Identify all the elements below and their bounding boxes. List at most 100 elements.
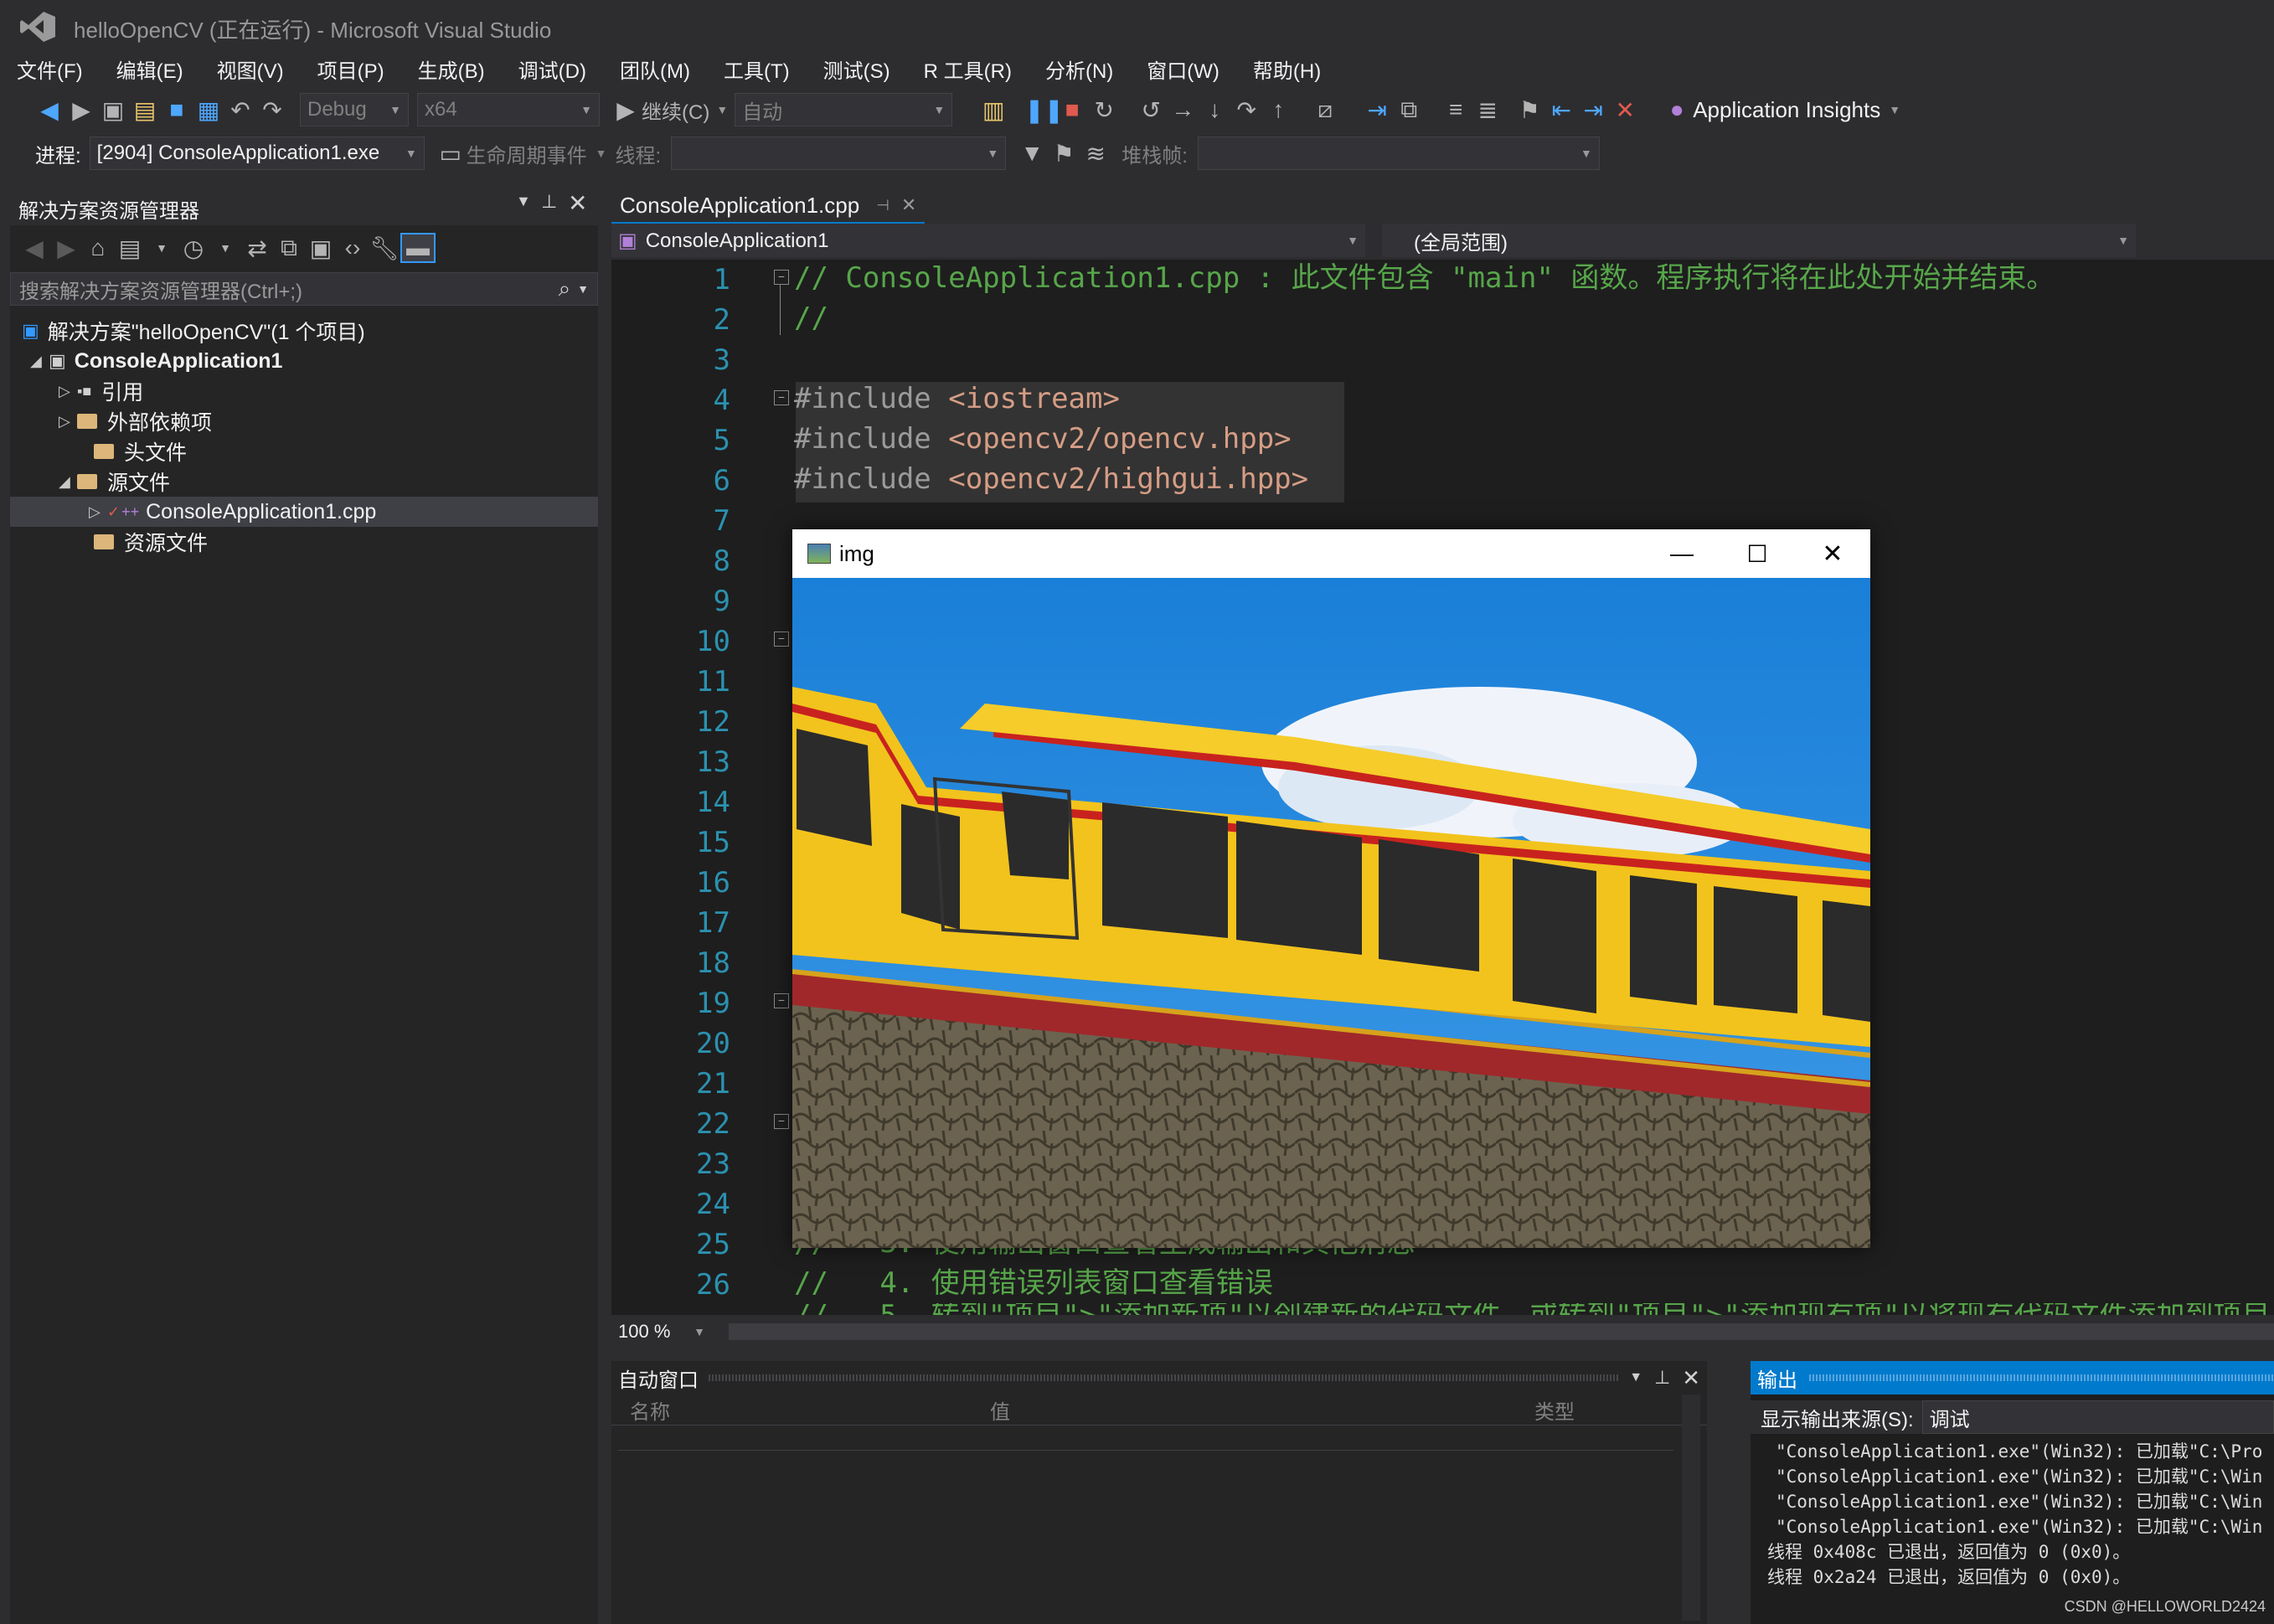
stack-icon[interactable]: ≋ [1080, 140, 1111, 168]
properties-icon[interactable]: 🔧︎ [369, 235, 400, 262]
prev-bookmark-icon[interactable]: ⇤ [1545, 96, 1577, 124]
clear-bookmarks-icon[interactable]: ✕ [1609, 96, 1641, 124]
switch-views-icon[interactable]: ▤ [114, 235, 146, 262]
chevron-down-icon[interactable]: ▼ [1889, 103, 1900, 116]
menu-test[interactable]: 测试(S) [823, 54, 890, 84]
chevron-down-icon[interactable]: ▼ [596, 147, 607, 160]
step-over-icon[interactable]: ↓ [1199, 96, 1230, 123]
expanded-icon[interactable]: ◢ [59, 473, 77, 491]
show-next-statement-icon[interactable]: ↺ [1135, 96, 1167, 124]
close-icon[interactable]: ✕ [568, 189, 587, 217]
continue-button[interactable]: 继续(C) [642, 95, 709, 125]
close-icon[interactable]: ✕ [901, 194, 916, 216]
copy-icon[interactable]: ⧉ [1393, 96, 1425, 124]
tree-project[interactable]: ◢ ▣ ConsoleApplication1 [10, 346, 598, 376]
application-insights-button[interactable]: Application Insights [1693, 97, 1880, 123]
menu-file[interactable]: 文件(F) [17, 54, 83, 84]
menu-build[interactable]: 生成(B) [418, 54, 485, 84]
process-icon[interactable]: ▥ [977, 96, 1009, 124]
stackframe-dropdown[interactable]: ▼ [1197, 137, 1600, 170]
chevron-down-icon[interactable]: ▼ [516, 193, 531, 210]
pin-icon[interactable]: ⊥ [1654, 1367, 1670, 1389]
chevron-down-icon[interactable]: ▼ [146, 241, 178, 255]
step-over-line-icon[interactable]: ↷ [1230, 96, 1262, 124]
hex-display-icon[interactable]: ⧄ [1309, 96, 1341, 124]
step-out-icon[interactable]: ↑ [1262, 96, 1294, 123]
chevron-down-icon[interactable]: ▼ [1629, 1370, 1642, 1385]
next-bookmark-icon[interactable]: ⇥ [1577, 96, 1609, 124]
step-into-icon[interactable]: → [1167, 96, 1199, 123]
solution-explorer-search[interactable]: 搜索解决方案资源管理器(Ctrl+;) ⌕ ▼ [10, 272, 598, 306]
menu-team[interactable]: 团队(M) [620, 54, 690, 84]
preview-icon[interactable]: ▬ [400, 233, 436, 263]
filter-icon[interactable]: ▼ [1016, 140, 1048, 167]
chevron-down-icon[interactable]: ▼ [577, 282, 589, 296]
platform-dropdown[interactable]: x64 ▼ [417, 93, 600, 126]
back-icon[interactable]: ◀ [18, 235, 50, 262]
restart-icon[interactable]: ↻ [1088, 96, 1120, 124]
collapse-outline-icon[interactable]: − [774, 993, 789, 1008]
lightbulb-icon[interactable]: ● [1661, 96, 1693, 123]
zoom-dropdown[interactable]: 100 % ▼ [611, 1319, 712, 1344]
close-icon[interactable]: ✕ [1795, 539, 1870, 569]
column-type[interactable]: 类型 [1534, 1395, 1702, 1425]
menu-help[interactable]: 帮助(H) [1253, 54, 1321, 84]
stop-icon[interactable]: ■ [1056, 96, 1088, 123]
output-source-dropdown[interactable]: 调试 [1921, 1400, 2274, 1434]
pause-icon[interactable]: ❚❚ [1024, 96, 1064, 124]
collapse-outline-icon[interactable]: − [774, 632, 789, 647]
forward-icon[interactable]: ▶ [50, 235, 82, 262]
collapsed-icon[interactable]: ▷ [59, 413, 77, 430]
indent-icon[interactable]: ≣ [1472, 96, 1503, 124]
bookmark-icon[interactable]: ⚑ [1513, 96, 1545, 124]
tree-item-header-files[interactable]: 头文件 [10, 436, 598, 467]
menu-tools[interactable]: 工具(T) [724, 54, 790, 84]
column-name[interactable]: 名称 [611, 1395, 990, 1425]
search-input[interactable]: 搜索解决方案资源管理器(Ctrl+;) [11, 275, 559, 304]
sync-icon[interactable]: ⇄ [241, 235, 273, 262]
menu-edit[interactable]: 编辑(E) [116, 54, 183, 84]
view-code-icon[interactable]: ‹› [337, 235, 369, 261]
project-nav-dropdown[interactable]: ▣ ConsoleApplication1 ▼ [611, 224, 1365, 257]
maximize-icon[interactable]: ☐ [1720, 540, 1795, 568]
menu-project[interactable]: 项目(P) [317, 54, 384, 84]
config-dropdown[interactable]: Debug ▼ [300, 93, 409, 126]
new-project-icon[interactable]: ▣ [97, 96, 129, 124]
play-icon[interactable]: ▶ [610, 96, 642, 124]
save-icon[interactable]: ■ [161, 96, 193, 123]
menu-r-tools[interactable]: R 工具(R) [924, 54, 1012, 84]
menu-window[interactable]: 窗口(W) [1147, 54, 1220, 84]
home-icon[interactable]: ⌂ [82, 235, 114, 261]
output-text[interactable]: "ConsoleApplication1.exe"(Win32): 已加载"C:… [1767, 1439, 2274, 1590]
collapse-all-icon[interactable]: ⧉ [273, 235, 305, 262]
flag-thread-icon[interactable]: ⚑ [1048, 140, 1080, 168]
tree-item-external-deps[interactable]: ▷ 外部依赖项 [10, 406, 598, 436]
expanded-icon[interactable]: ◢ [30, 353, 49, 370]
tree-item-source-files[interactable]: ◢ 源文件 [10, 467, 598, 497]
auto-dropdown[interactable]: 自动 ▼ [735, 93, 953, 126]
image-window-titlebar[interactable]: img — ☐ ✕ [792, 529, 1870, 578]
chevron-down-icon[interactable]: ▼ [209, 241, 241, 255]
menu-view[interactable]: 视图(V) [217, 54, 284, 84]
tree-solution[interactable]: ▣ 解决方案"helloOpenCV"(1 个项目) [10, 316, 598, 346]
collapse-outline-icon[interactable]: − [774, 1114, 789, 1129]
collapse-outline-icon[interactable]: − [774, 270, 789, 285]
menu-debug[interactable]: 调试(D) [518, 54, 586, 84]
pending-changes-icon[interactable]: ◷ [178, 235, 209, 262]
menu-analyze[interactable]: 分析(N) [1045, 54, 1113, 84]
save-all-icon[interactable]: ▦ [193, 96, 224, 124]
drag-grip[interactable] [1809, 1374, 2274, 1381]
thread-dropdown[interactable]: ▼ [671, 137, 1007, 170]
pin-icon[interactable]: ⊣ [876, 197, 889, 214]
forward-icon[interactable]: ▶ [65, 96, 97, 124]
lifecycle-events-button[interactable]: 生命周期事件 [467, 139, 587, 168]
redo-icon[interactable]: ↷ [256, 96, 288, 124]
collapse-outline-icon[interactable]: − [774, 390, 789, 405]
open-folder-icon[interactable]: ▤ [129, 96, 161, 124]
close-icon[interactable]: ✕ [1682, 1365, 1700, 1391]
horizontal-scrollbar[interactable] [729, 1323, 2274, 1340]
tree-item-references[interactable]: ▷ ▪■ 引用 [10, 376, 598, 406]
tree-item-cpp-file[interactable]: ▷ ✓ ++ ConsoleApplication1.cpp [10, 497, 598, 527]
tree-item-resource-files[interactable]: 资源文件 [10, 527, 598, 557]
pin-icon[interactable]: ⊥ [541, 191, 557, 213]
